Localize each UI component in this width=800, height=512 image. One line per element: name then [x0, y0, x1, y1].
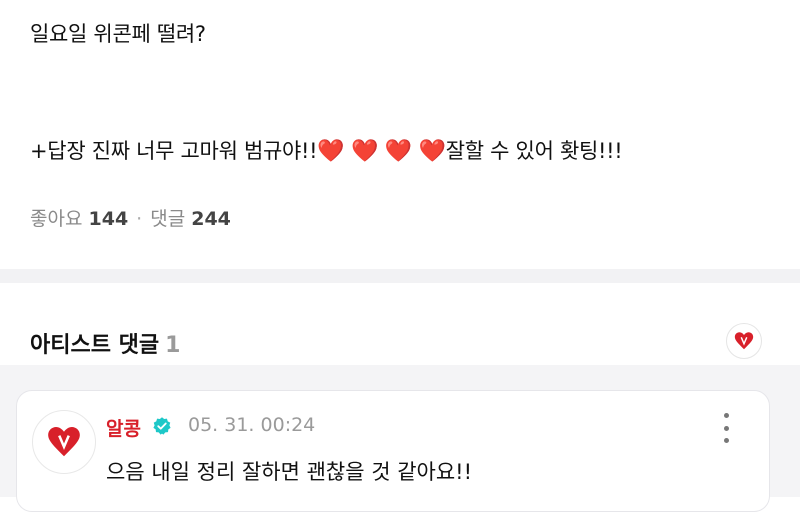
comment-author-name[interactable]: 알콩 [106, 414, 141, 441]
likes-count: 144 [88, 208, 129, 230]
comments-label[interactable]: 댓글 [150, 208, 185, 230]
more-vertical-icon[interactable] [716, 413, 736, 443]
section-divider [0, 269, 800, 283]
likes-label[interactable]: 좋아요 [30, 208, 82, 230]
heart-logo-icon [48, 426, 80, 457]
comment-timestamp: 05. 31. 00:24 [188, 414, 316, 436]
comments-count: 244 [191, 208, 231, 230]
post-stats: 좋아요 144 · 댓글 244 [30, 204, 231, 231]
post-text-message: +답장 진짜 너무 고마워 범규야!! [30, 139, 318, 163]
artist-comments-label: 아티스트 댓글 [30, 333, 160, 358]
artist-avatar-button[interactable] [726, 323, 762, 359]
stats-separator: · [136, 208, 143, 230]
verified-badge-icon [153, 417, 171, 435]
heart-icon: ❤️ ❤️ ❤️ ❤️ [317, 139, 446, 164]
comment-card [16, 390, 770, 512]
comment-text: 으음 내일 정리 잘하면 괜찮을 것 같아요!! [106, 460, 473, 484]
post-text-line-2: +답장 진짜 너무 고마워 범규야!!❤️ ❤️ ❤️ ❤️잘할 수 있어 홧팅… [30, 135, 623, 165]
comment-author-avatar[interactable] [32, 410, 96, 474]
heart-logo-icon [734, 332, 754, 350]
post-text-cheer: 잘할 수 있어 홧팅!!! [445, 139, 623, 163]
artist-comments-count: 1 [165, 333, 181, 358]
post-text-line-1: 일요일 위콘페 떨려? [30, 22, 206, 46]
artist-comments-title: 아티스트 댓글 1 [30, 327, 180, 359]
